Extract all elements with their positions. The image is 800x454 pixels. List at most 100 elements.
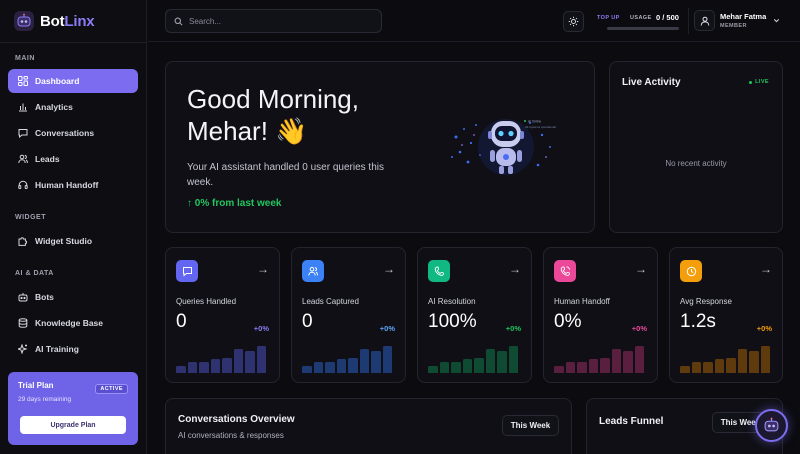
sparkle-icon [18, 344, 28, 354]
user-name[interactable]: Mehar Fatma [720, 12, 766, 21]
stat-label: AI Resolution [428, 297, 476, 306]
stat-card[interactable]: → Avg Response 1.2s +0% [669, 247, 783, 383]
greeting-line: Good Morning, [187, 84, 359, 114]
sparkline-bar [577, 362, 587, 373]
trial-days-remaining: 29 days remaining [18, 396, 72, 403]
brand-name-accent: Linx [64, 12, 95, 30]
chatbot-launcher-button[interactable] [755, 409, 788, 442]
sparkline-bar [428, 366, 438, 373]
stat-change: +0% [756, 324, 772, 333]
time-range-select[interactable]: This Week [502, 415, 559, 436]
arrow-right-icon[interactable]: → [383, 262, 395, 276]
sidebar-item-knowledge-base[interactable]: Knowledge Base [8, 311, 138, 335]
avatar[interactable] [694, 10, 715, 31]
section-label-widget: WIDGET [15, 214, 46, 221]
sparkline-bar [474, 358, 484, 373]
sidebar-item-analytics[interactable]: Analytics [8, 95, 138, 119]
sidebar-item-bots[interactable]: Bots [8, 285, 138, 309]
sparkline-bar [256, 346, 266, 373]
users-icon [302, 260, 324, 282]
sparkline-bar [703, 362, 713, 373]
sidebar-item-label: Analytics [35, 102, 73, 112]
stat-label: Leads Captured [302, 297, 359, 306]
search-input[interactable] [189, 16, 369, 26]
sparkline-bar [680, 366, 690, 373]
user-icon [700, 16, 709, 26]
phone-call-icon [554, 260, 576, 282]
sparkline-bar [611, 349, 621, 373]
sparkline-bar [371, 351, 381, 373]
search-icon [174, 17, 183, 25]
stat-label: Queries Handled [176, 297, 237, 306]
sidebar-item-dashboard[interactable]: Dashboard [8, 69, 138, 93]
arrow-right-icon[interactable]: → [509, 262, 521, 276]
sidebar-item-human-handoff[interactable]: Human Handoff [8, 173, 138, 197]
stat-card[interactable]: → Queries Handled 0 +0% [165, 247, 280, 383]
sparkline-bar [336, 359, 346, 373]
sparkline-bar [233, 349, 243, 373]
user-role: MEMBER [720, 23, 747, 29]
sparkline-bar [451, 362, 461, 373]
sidebar-item-label: Dashboard [35, 76, 80, 86]
empty-state-text: No recent activity [665, 159, 727, 168]
message-icon [176, 260, 198, 282]
sidebar-item-label: Conversations [35, 128, 95, 138]
live-badge: LIVE [749, 79, 769, 85]
greeting-subtitle: Your AI assistant handled 0 user queries… [187, 162, 384, 188]
sidebar-item-leads[interactable]: Leads [8, 147, 138, 171]
greeting-line: Mehar! 👋 [187, 116, 308, 146]
sidebar-item-conversations[interactable]: Conversations [8, 121, 138, 145]
stat-value: 0 [176, 311, 187, 332]
stat-card[interactable]: → AI Resolution 100% +0% [417, 247, 532, 383]
sparkline-bar [176, 366, 186, 373]
sidebar-item-label: AI Training [35, 344, 79, 354]
stat-card[interactable]: → Human Handoff 0% +0% [543, 247, 658, 383]
usage-value: 0 / 500 [656, 13, 679, 22]
stat-change: +0% [253, 324, 269, 333]
sparkline-bars [176, 343, 270, 373]
sparkline-bar [497, 351, 507, 373]
sparkline-bar [600, 358, 610, 373]
trial-plan-card: Trial Plan ACTIVE 29 days remaining Upgr… [8, 372, 138, 445]
sparkline-bar [462, 359, 472, 373]
stat-card[interactable]: → Leads Captured 0 +0% [291, 247, 406, 383]
bot-logo-icon [14, 11, 34, 31]
users-icon [18, 154, 28, 164]
search-bar[interactable] [165, 9, 382, 33]
sparkline-bar [199, 362, 209, 373]
brand-name-main: Bot [40, 12, 65, 30]
theme-toggle-button[interactable] [563, 11, 584, 32]
brand-logo[interactable]: BotLinx [14, 10, 95, 32]
section-label-main: MAIN [15, 55, 35, 62]
top-up-link[interactable]: TOP UP [597, 15, 620, 21]
bot-icon [764, 417, 779, 432]
sun-icon [568, 16, 579, 27]
greeting-card: Good Morning, Mehar! 👋 Your AI assistant… [165, 61, 595, 233]
panel-title: Leads Funnel [599, 416, 664, 427]
sidebar-item-widget-studio[interactable]: Widget Studio [8, 229, 138, 253]
arrow-right-icon[interactable]: → [760, 262, 772, 276]
arrow-right-icon[interactable]: → [257, 262, 269, 276]
upgrade-plan-button[interactable]: Upgrade Plan [20, 416, 126, 434]
sparkline-bar [588, 359, 598, 373]
sidebar-item-label: Widget Studio [35, 236, 93, 246]
arrow-right-icon[interactable]: → [635, 262, 647, 276]
sparkline-bar [359, 349, 369, 373]
sidebar-item-ai-training[interactable]: AI Training [8, 337, 138, 361]
sparkline-bar [187, 362, 197, 373]
sidebar-item-label: Leads [35, 154, 60, 164]
panel-subtitle: AI conversations & responses [178, 431, 284, 440]
dashboard-icon [18, 76, 28, 86]
divider [688, 8, 689, 34]
chat-icon [18, 128, 28, 138]
stat-label: Avg Response [680, 297, 732, 306]
chevron-down-icon[interactable] [772, 16, 781, 25]
sparkline-bar [634, 346, 644, 373]
stat-label: Human Handoff [554, 297, 610, 306]
bar-chart-icon [18, 102, 28, 112]
sidebar: BotLinx MAIN Dashboard Analytics Convers… [0, 0, 147, 454]
sparkline-bar [245, 351, 255, 373]
bot-icon [18, 292, 28, 302]
live-badge-label: LIVE [755, 79, 769, 85]
stat-change: +0% [631, 324, 647, 333]
